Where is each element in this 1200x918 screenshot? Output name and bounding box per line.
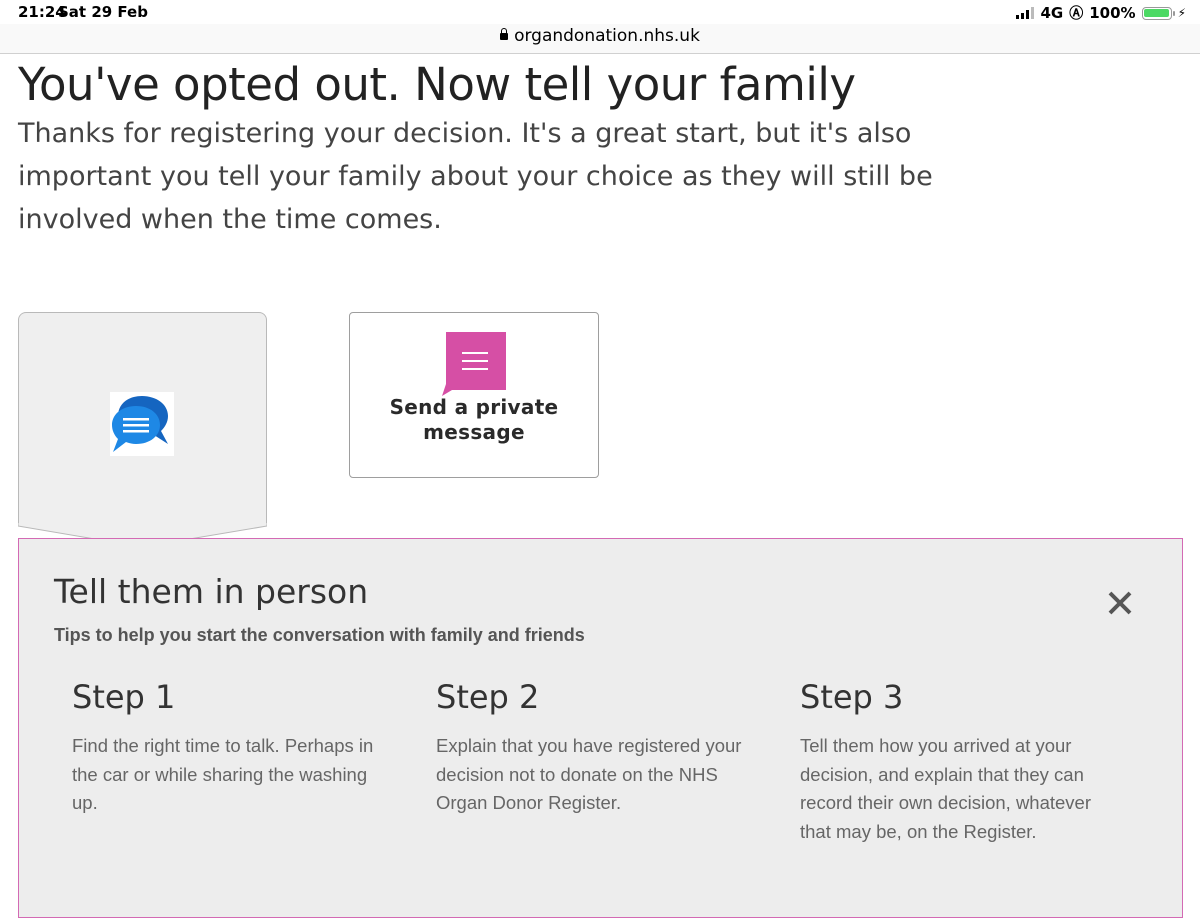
url-text: organdonation.nhs.uk — [514, 26, 700, 46]
label-line-1: Send a private — [389, 395, 559, 419]
battery-label: 100% — [1089, 4, 1136, 22]
step-text: Explain that you have registered your de… — [436, 735, 742, 813]
send-private-message-label: Send a private message — [349, 395, 599, 445]
battery-icon — [1141, 6, 1175, 20]
status-bar: 21:24 Sat 29 Feb 4G Ⓐ 100% ⚡ — [0, 0, 1200, 24]
status-date: Sat 29 Feb — [58, 3, 148, 21]
network-label: 4G — [1040, 4, 1064, 22]
page-title: You've opted out. Now tell your family — [18, 58, 856, 111]
lock-icon — [500, 27, 509, 40]
step-text: Find the right time to talk. Perhaps in … — [72, 735, 374, 813]
panel-title: Tell them in person — [54, 572, 369, 611]
signal-icon — [1016, 7, 1035, 19]
orientation-lock-icon: Ⓐ — [1069, 6, 1084, 22]
chat-bubbles-icon — [110, 392, 174, 456]
intro-text: Thanks for registering your decision. It… — [18, 118, 933, 235]
close-icon[interactable] — [1104, 587, 1136, 619]
panel-subtitle: Tips to help you start the conversation … — [54, 625, 585, 645]
status-indicators: 4G Ⓐ 100% ⚡ — [1016, 3, 1186, 23]
step-3: Step 3 Tell them how you arrived at your… — [800, 678, 1120, 846]
step-title: Step 2 — [436, 678, 540, 716]
message-icon — [442, 332, 506, 396]
step-2: Step 2 Explain that you have registered … — [436, 678, 756, 818]
step-title: Step 1 — [72, 678, 176, 716]
step-text: Tell them how you arrived at your decisi… — [800, 735, 1092, 842]
label-line-2: message — [423, 420, 525, 444]
step-title: Step 3 — [800, 678, 904, 716]
charging-icon: ⚡ — [1177, 6, 1186, 20]
step-1: Step 1 Find the right time to talk. Perh… — [72, 678, 392, 818]
address-bar[interactable]: organdonation.nhs.uk — [0, 24, 1200, 54]
url-display[interactable]: organdonation.nhs.uk — [0, 26, 1200, 46]
